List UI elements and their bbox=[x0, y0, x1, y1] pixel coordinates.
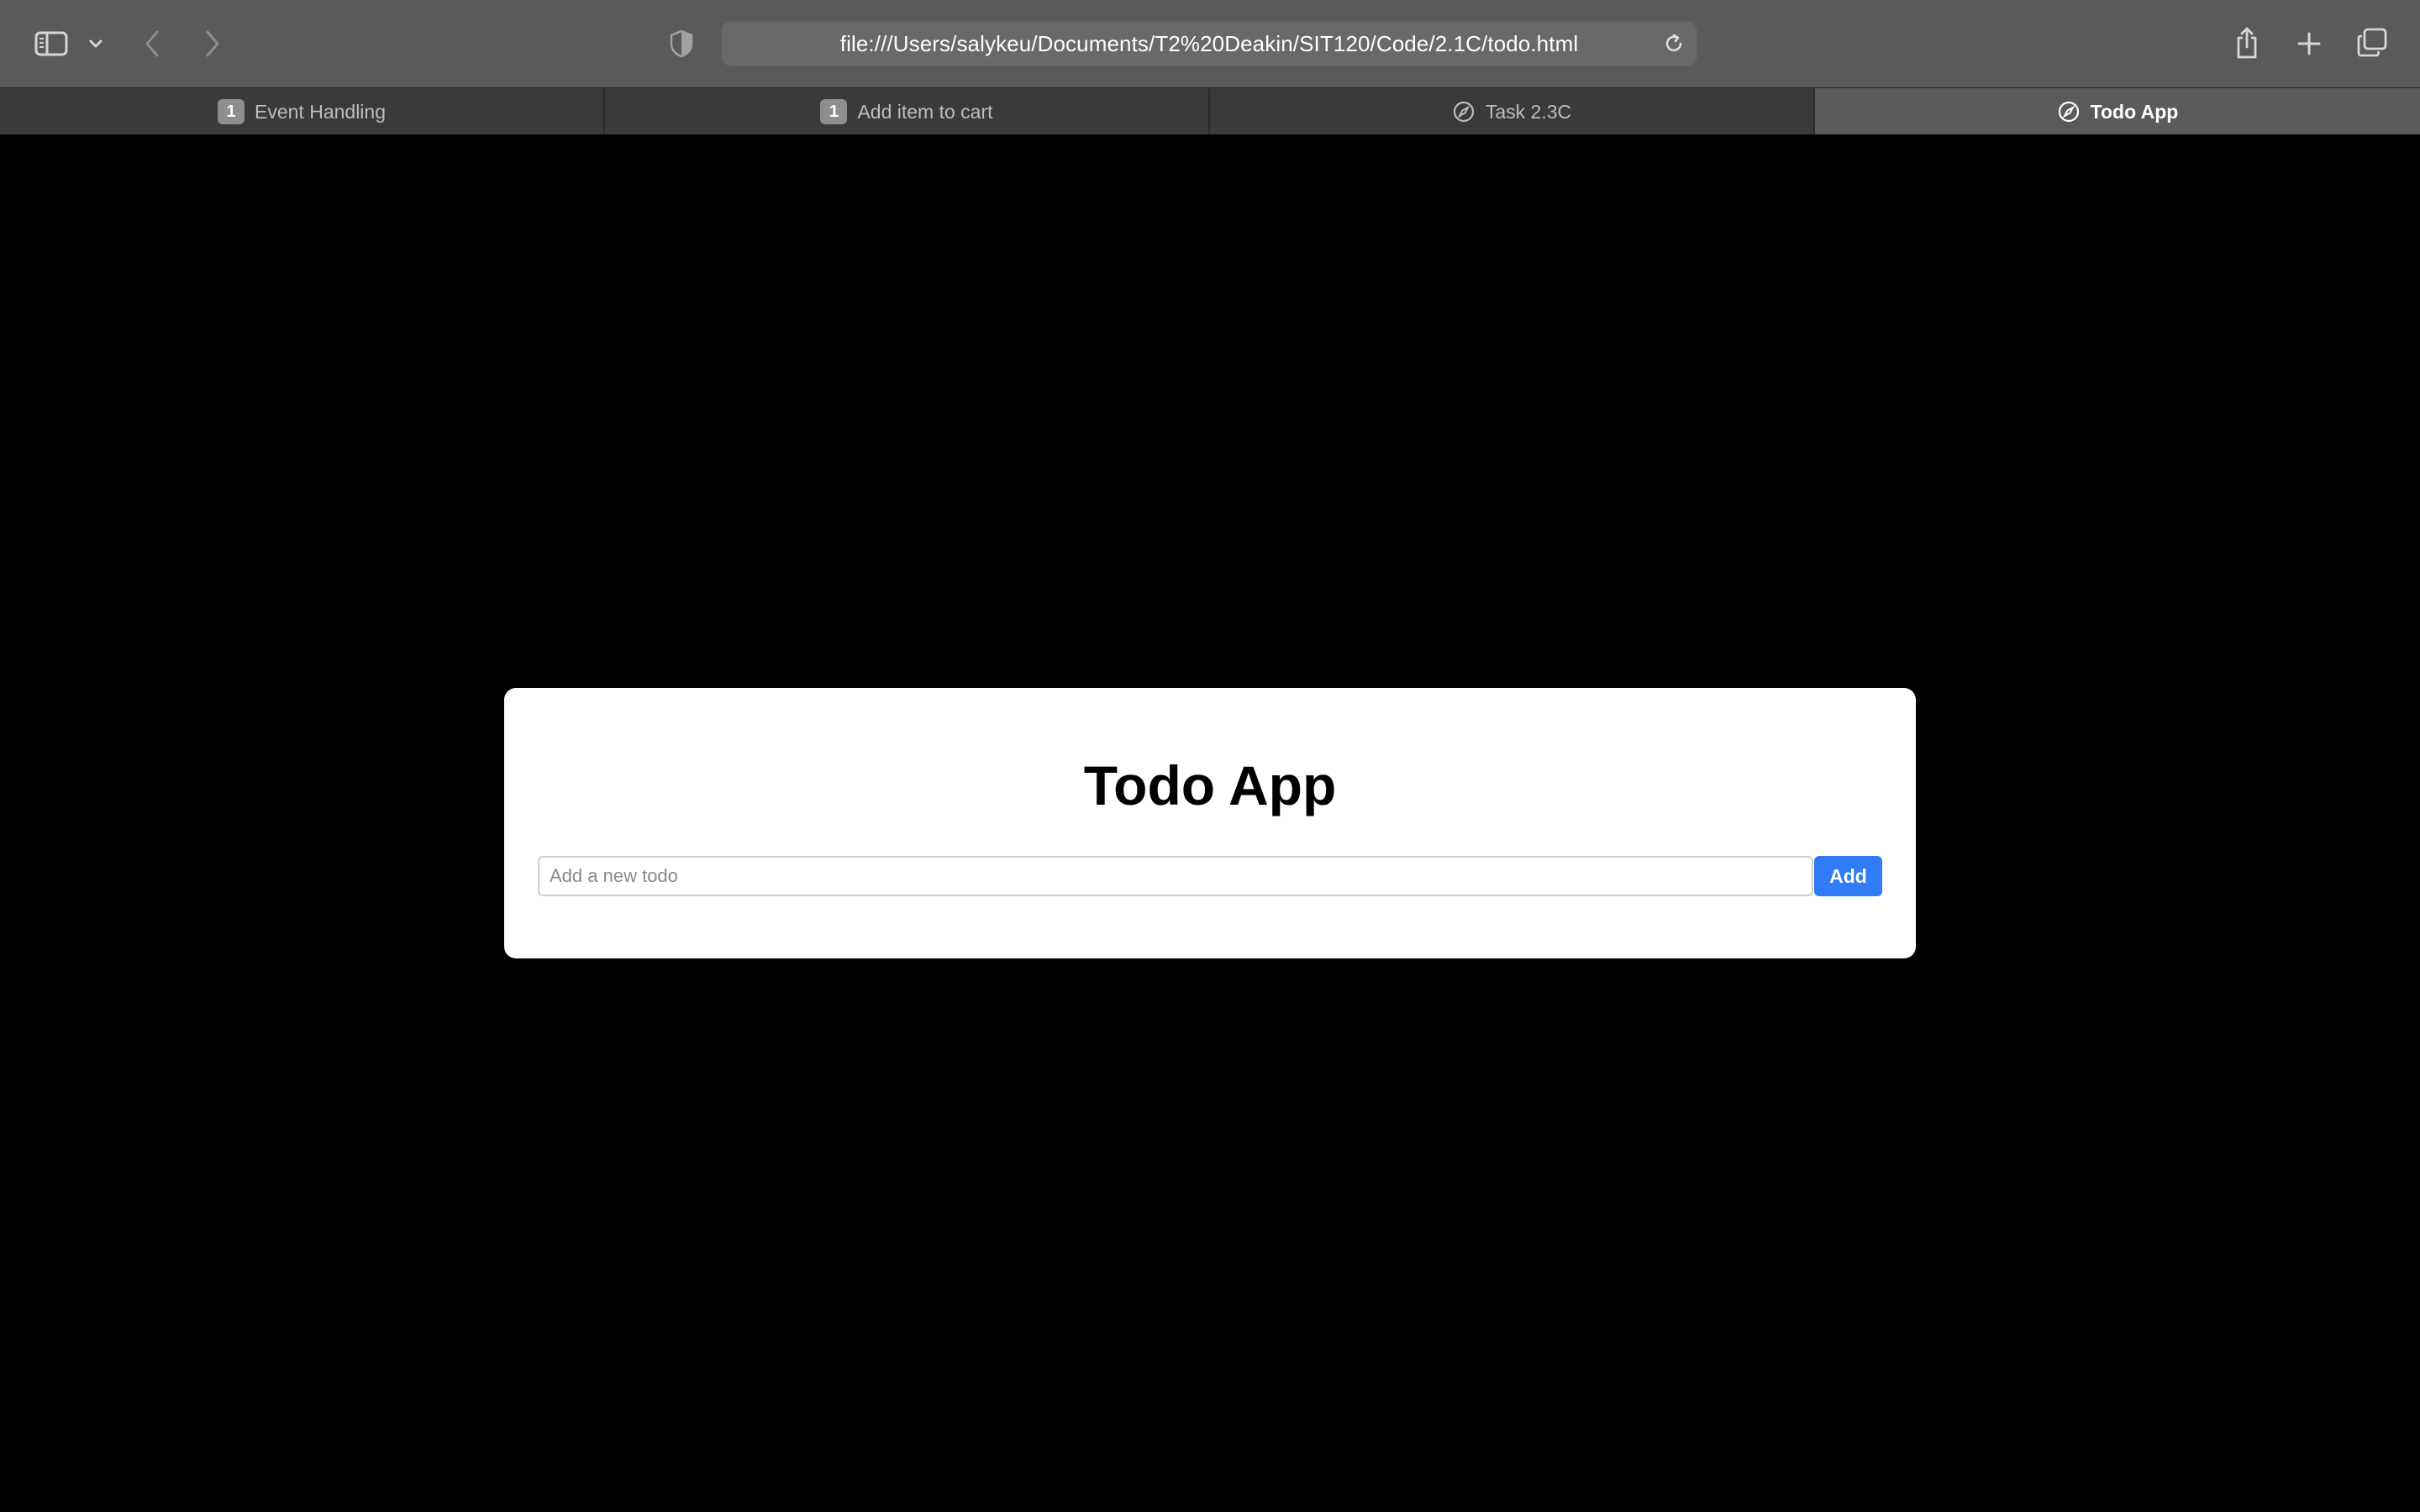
share-button[interactable] bbox=[2230, 24, 2264, 62]
sidebar-menu-button[interactable] bbox=[84, 32, 108, 55]
tab-label: Todo App bbox=[2090, 100, 2179, 123]
new-tab-button[interactable] bbox=[2292, 27, 2326, 60]
todo-card: Todo App Add bbox=[504, 688, 1916, 958]
tab-badge: 1 bbox=[820, 99, 848, 124]
page-content: Todo App Add bbox=[0, 134, 2420, 1512]
todo-input[interactable] bbox=[538, 856, 1813, 896]
chevron-down-icon bbox=[89, 39, 103, 48]
sidebar-icon bbox=[34, 31, 68, 56]
tab-label: Add item to cart bbox=[857, 100, 993, 123]
tab-bar: 1 Event Handling 1 Add item to cart Task… bbox=[0, 87, 2420, 135]
reload-icon[interactable] bbox=[1662, 32, 1686, 55]
chevron-right-icon bbox=[206, 30, 219, 57]
tab-label: Event Handling bbox=[255, 100, 386, 123]
browser-toolbar: file:///Users/salykeu/Documents/T2%20Dea… bbox=[0, 0, 2420, 87]
tab-overview-icon bbox=[2357, 28, 2387, 57]
tab-todo-app[interactable]: Todo App bbox=[1815, 88, 2420, 135]
plus-icon bbox=[2297, 32, 2321, 55]
tab-task-2-3c[interactable]: Task 2.3C bbox=[1210, 88, 1815, 135]
forward-button[interactable] bbox=[200, 25, 225, 62]
address-bar[interactable]: file:///Users/salykeu/Documents/T2%20Dea… bbox=[721, 21, 1697, 66]
chevron-left-icon bbox=[145, 30, 159, 57]
tab-badge: 1 bbox=[218, 99, 245, 124]
compass-icon bbox=[1453, 101, 1474, 123]
tab-add-item-to-cart[interactable]: 1 Add item to cart bbox=[605, 88, 1210, 135]
privacy-report-button[interactable] bbox=[666, 27, 697, 60]
shield-icon bbox=[670, 29, 693, 58]
url-text: file:///Users/salykeu/Documents/T2%20Dea… bbox=[839, 30, 1579, 56]
back-button[interactable] bbox=[139, 25, 165, 62]
tab-label: Task 2.3C bbox=[1485, 100, 1572, 123]
sidebar-toggle-button[interactable] bbox=[32, 27, 71, 60]
page-title: Todo App bbox=[1083, 754, 1337, 816]
compass-icon bbox=[2058, 101, 2079, 123]
tab-overview-button[interactable] bbox=[2354, 25, 2390, 60]
tab-event-handling[interactable]: 1 Event Handling bbox=[0, 88, 605, 135]
add-button[interactable]: Add bbox=[1814, 856, 1882, 896]
share-icon bbox=[2237, 27, 2257, 59]
